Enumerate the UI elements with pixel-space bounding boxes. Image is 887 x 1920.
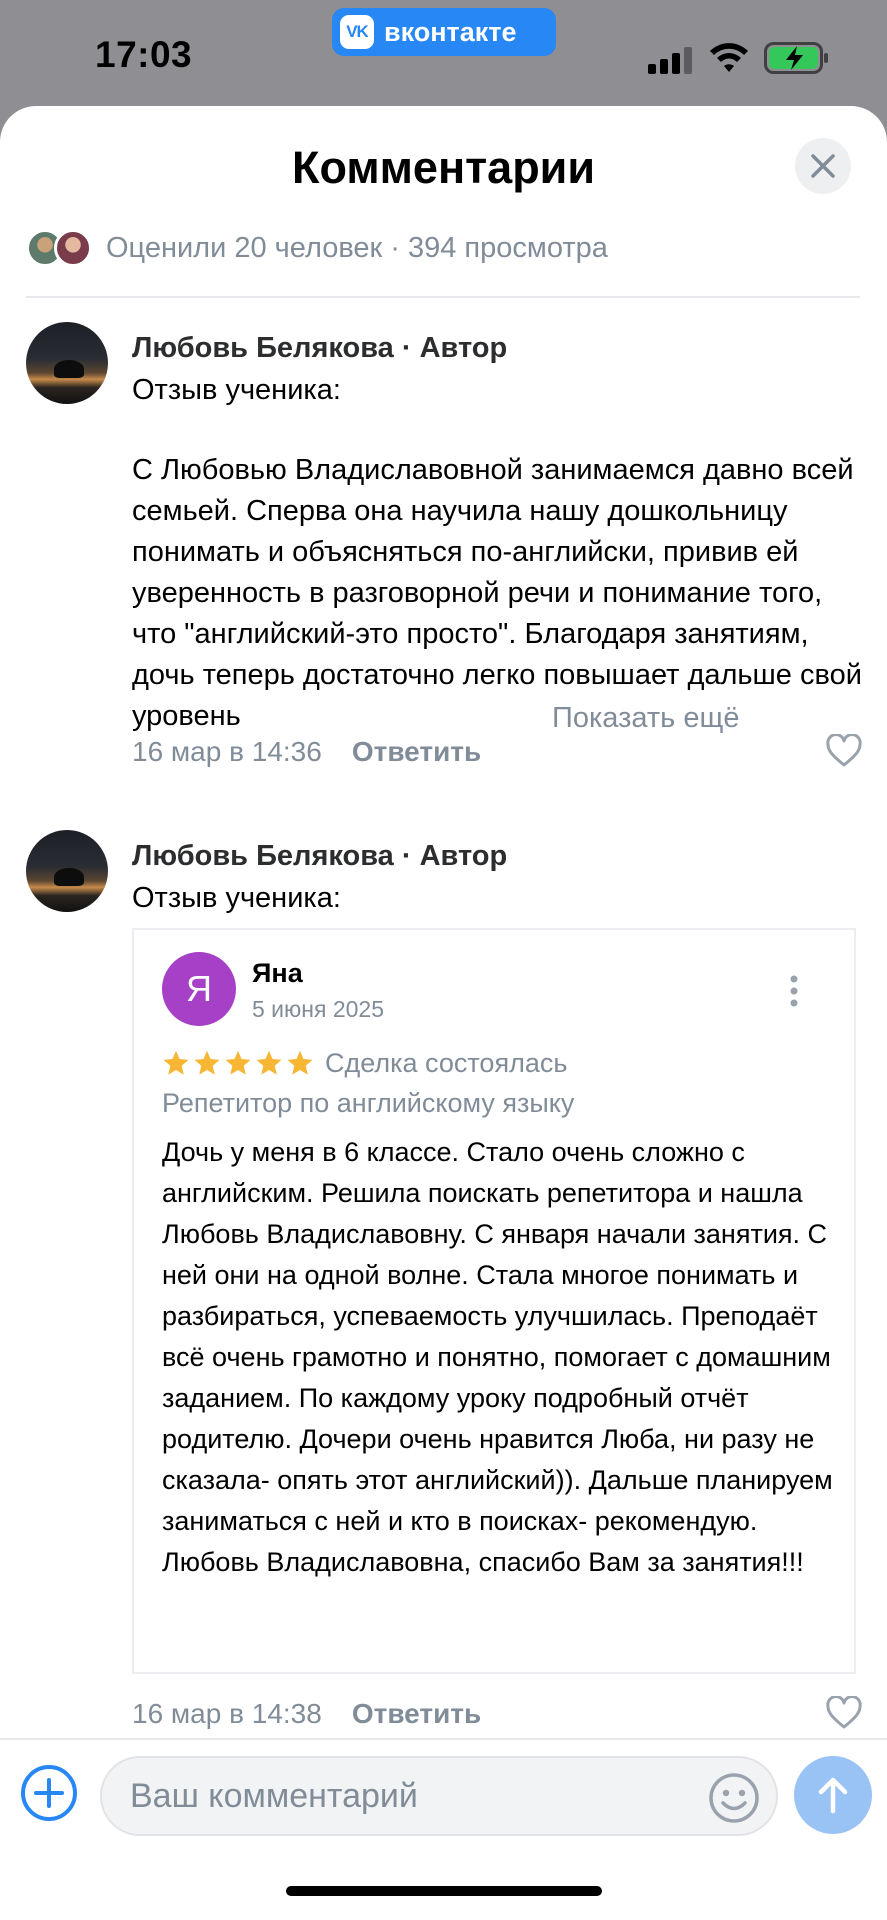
comment-date: 16 мар в 14:36 <box>132 736 322 767</box>
comments-sheet: Комментарии Оценили 20 человек · 394 про… <box>0 106 887 1920</box>
battery-charging-icon <box>764 42 828 74</box>
heart-icon[interactable] <box>826 734 862 768</box>
deal-status: Сделка состоялась <box>325 1047 568 1078</box>
smile-icon[interactable] <box>708 1772 760 1824</box>
review-text: Дочь у меня в 6 классе. Стало очень слож… <box>162 1137 833 1577</box>
star-icon <box>194 1050 220 1075</box>
comment-date: 16 мар в 14:38 <box>132 1698 322 1729</box>
author-avatar[interactable] <box>26 830 108 912</box>
vk-app-label: вконтакте <box>384 16 517 47</box>
home-indicator <box>286 1886 602 1896</box>
signal-icon <box>648 47 692 74</box>
wifi-icon <box>710 43 748 72</box>
comment-author[interactable]: Любовь Белякова · Автор <box>132 332 507 365</box>
vk-app-pill[interactable]: VK вконтакте <box>332 8 556 56</box>
sheet-title: Комментарии <box>291 142 596 193</box>
plus-circle-icon[interactable] <box>20 1764 78 1822</box>
review-date: 5 июня 2025 <box>252 996 384 1022</box>
comment-text: С Любовью Владиславовной занимаемся давн… <box>132 454 862 732</box>
star-icon <box>163 1050 189 1075</box>
comment-subtitle: Отзыв ученика: <box>132 882 341 914</box>
review-screenshot-card[interactable]: Я Яна 5 июня 2025 Сделка состоялась Репе… <box>132 928 856 1674</box>
comment-meta: 16 мар в 14:38 Ответить <box>132 1694 481 1734</box>
reply-button[interactable]: Ответить <box>352 1698 481 1730</box>
more-options-icon <box>790 975 798 1007</box>
reply-button[interactable]: Ответить <box>352 736 481 768</box>
review-rating: Сделка состоялась <box>162 1046 567 1080</box>
vk-logo-icon: VK <box>340 15 374 49</box>
star-icon <box>287 1050 313 1075</box>
status-time: 17:03 <box>95 34 193 75</box>
comment-author[interactable]: Любовь Белякова · Автор <box>132 840 507 873</box>
status-bar: 17:03 VK вконтакте <box>0 0 887 108</box>
send-button[interactable] <box>794 1756 872 1834</box>
close-button[interactable] <box>795 138 851 194</box>
reviewer-avatar: Я <box>162 952 236 1026</box>
heart-icon[interactable] <box>826 1696 862 1730</box>
comment-input[interactable] <box>100 1756 778 1836</box>
close-icon <box>811 154 835 178</box>
post-stats[interactable]: Оценили 20 человек · 394 просмотра <box>26 224 608 272</box>
author-avatar[interactable] <box>26 322 108 404</box>
reviewer-name: Яна <box>252 958 303 988</box>
star-icon <box>225 1050 251 1075</box>
review-category: Репетитор по английскому языку <box>162 1088 575 1118</box>
divider <box>26 296 860 298</box>
liker-avatar <box>54 229 92 267</box>
comment-subtitle: Отзыв ученика: <box>132 374 341 406</box>
show-more-link[interactable]: Показать ещё <box>522 698 740 739</box>
star-icon <box>256 1050 282 1075</box>
comment-composer <box>0 1738 887 1920</box>
arrow-up-icon <box>818 1777 848 1814</box>
stats-text: Оценили 20 человек · 394 просмотра <box>106 231 608 264</box>
comment-meta: 16 мар в 14:36 Ответить <box>132 732 481 772</box>
